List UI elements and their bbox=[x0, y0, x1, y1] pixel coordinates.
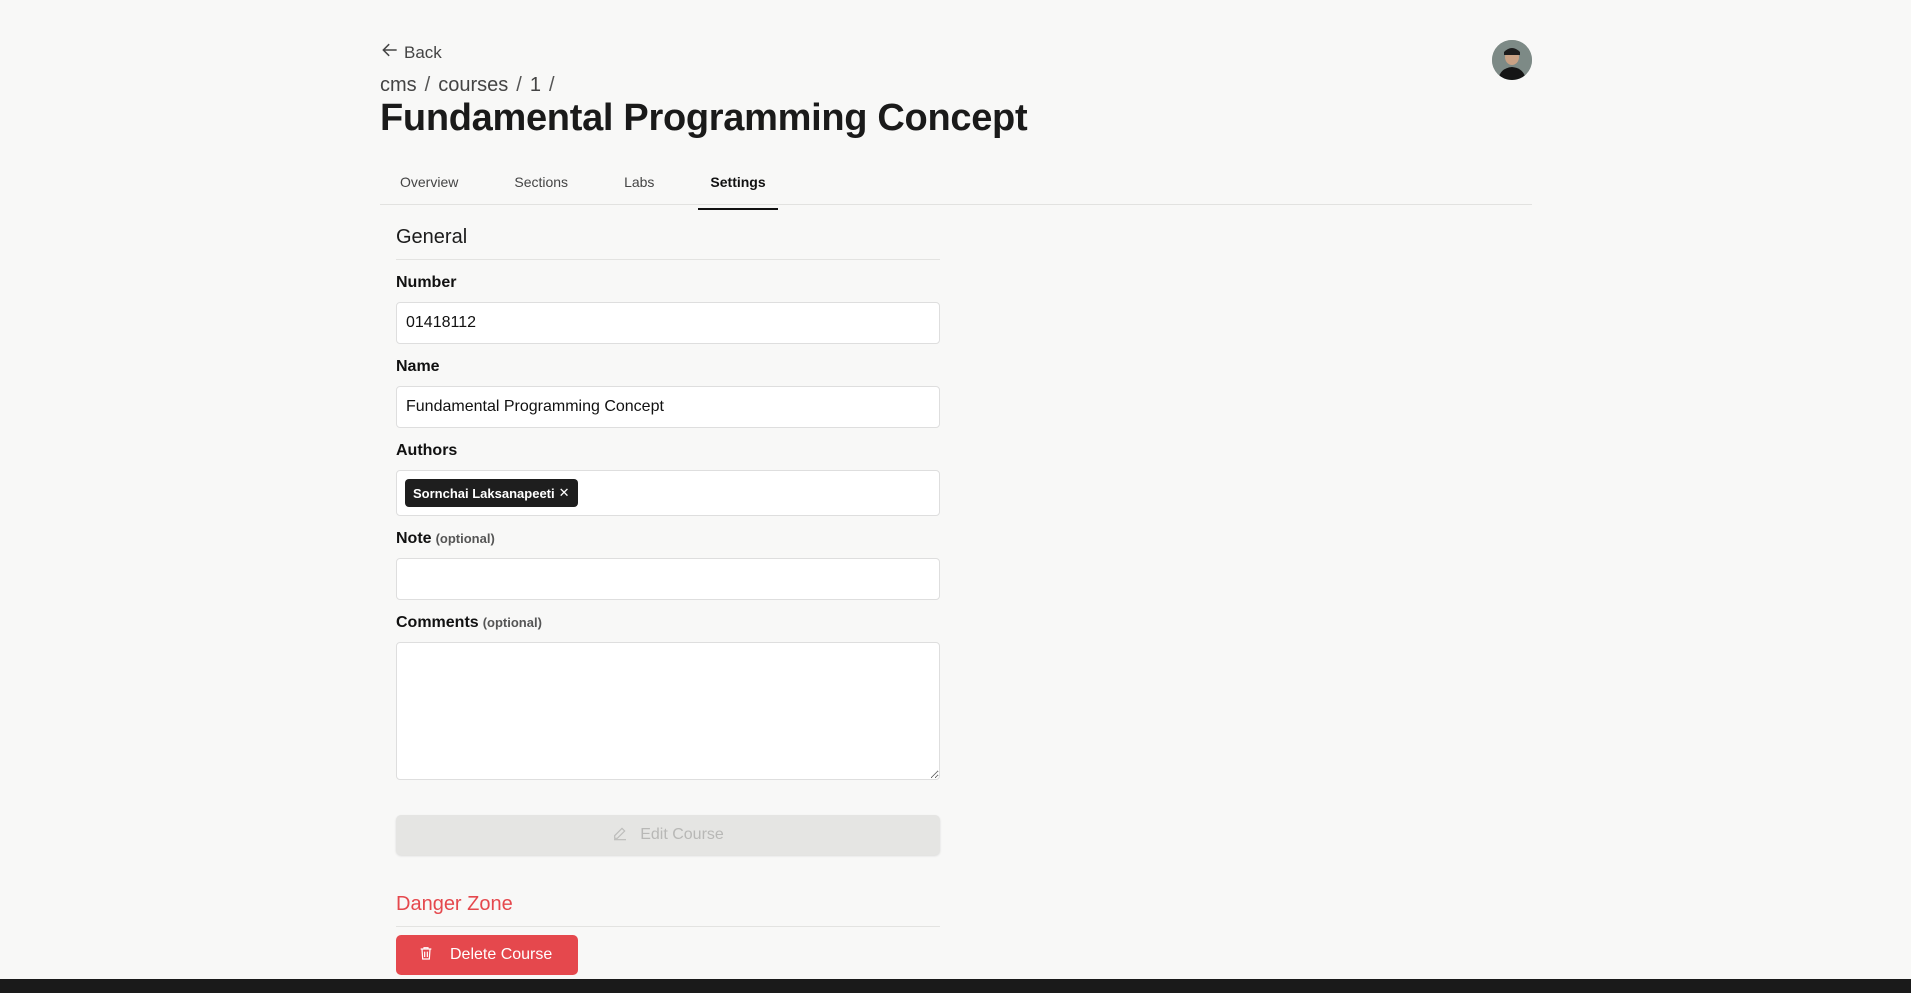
comments-label: Comments (optional) bbox=[396, 614, 940, 632]
note-label-text: Note bbox=[396, 530, 432, 547]
tab-labs[interactable]: Labs bbox=[612, 166, 666, 204]
settings-form: General Number Name Authors Sornchai Lak… bbox=[396, 220, 940, 975]
page-title: Fundamental Programming Concept bbox=[380, 97, 1028, 139]
user-avatar[interactable] bbox=[1492, 40, 1532, 80]
edit-course-button[interactable]: Edit Course bbox=[396, 815, 940, 855]
breadcrumb-item-id[interactable]: 1 bbox=[530, 74, 541, 97]
comments-label-text: Comments bbox=[396, 614, 479, 631]
close-icon[interactable]: ✕ bbox=[559, 485, 570, 501]
tab-overview[interactable]: Overview bbox=[388, 166, 470, 204]
name-field[interactable] bbox=[396, 386, 940, 428]
edit-course-label: Edit Course bbox=[640, 826, 724, 843]
tab-settings[interactable]: Settings bbox=[698, 166, 778, 210]
note-label: Note (optional) bbox=[396, 530, 940, 548]
arrow-left-icon bbox=[380, 40, 400, 65]
breadcrumb-item-courses[interactable]: courses bbox=[438, 74, 508, 97]
tab-bar: Overview Sections Labs Settings bbox=[380, 166, 1532, 210]
tab-sections[interactable]: Sections bbox=[502, 166, 580, 204]
back-label: Back bbox=[404, 42, 442, 62]
breadcrumb-item-cms[interactable]: cms bbox=[380, 74, 417, 97]
back-link[interactable]: Back bbox=[380, 40, 442, 65]
authors-label: Authors bbox=[396, 442, 458, 459]
breadcrumb: cms / courses/ 1/ bbox=[380, 74, 555, 97]
comments-optional-hint: (optional) bbox=[482, 615, 542, 630]
general-section-title: General bbox=[396, 226, 940, 260]
page-container: Back cms / courses/ 1/ Fundamental Progra… bbox=[380, 0, 1532, 993]
footer-bar bbox=[0, 979, 1911, 993]
number-field[interactable] bbox=[396, 302, 940, 344]
delete-course-label: Delete Course bbox=[450, 946, 553, 963]
author-name: Sornchai Laksanapeeti bbox=[413, 485, 555, 501]
authors-field[interactable]: Sornchai Laksanapeeti ✕ bbox=[396, 470, 940, 516]
comments-field[interactable] bbox=[396, 642, 940, 780]
danger-zone-title: Danger Zone bbox=[396, 893, 940, 927]
pencil-icon bbox=[612, 825, 628, 846]
name-label: Name bbox=[396, 358, 440, 375]
note-field[interactable] bbox=[396, 558, 940, 600]
trash-icon bbox=[418, 945, 434, 966]
delete-course-button[interactable]: Delete Course bbox=[396, 935, 578, 975]
note-optional-hint: (optional) bbox=[435, 531, 495, 546]
number-label: Number bbox=[396, 274, 457, 291]
author-chip[interactable]: Sornchai Laksanapeeti ✕ bbox=[405, 479, 578, 507]
